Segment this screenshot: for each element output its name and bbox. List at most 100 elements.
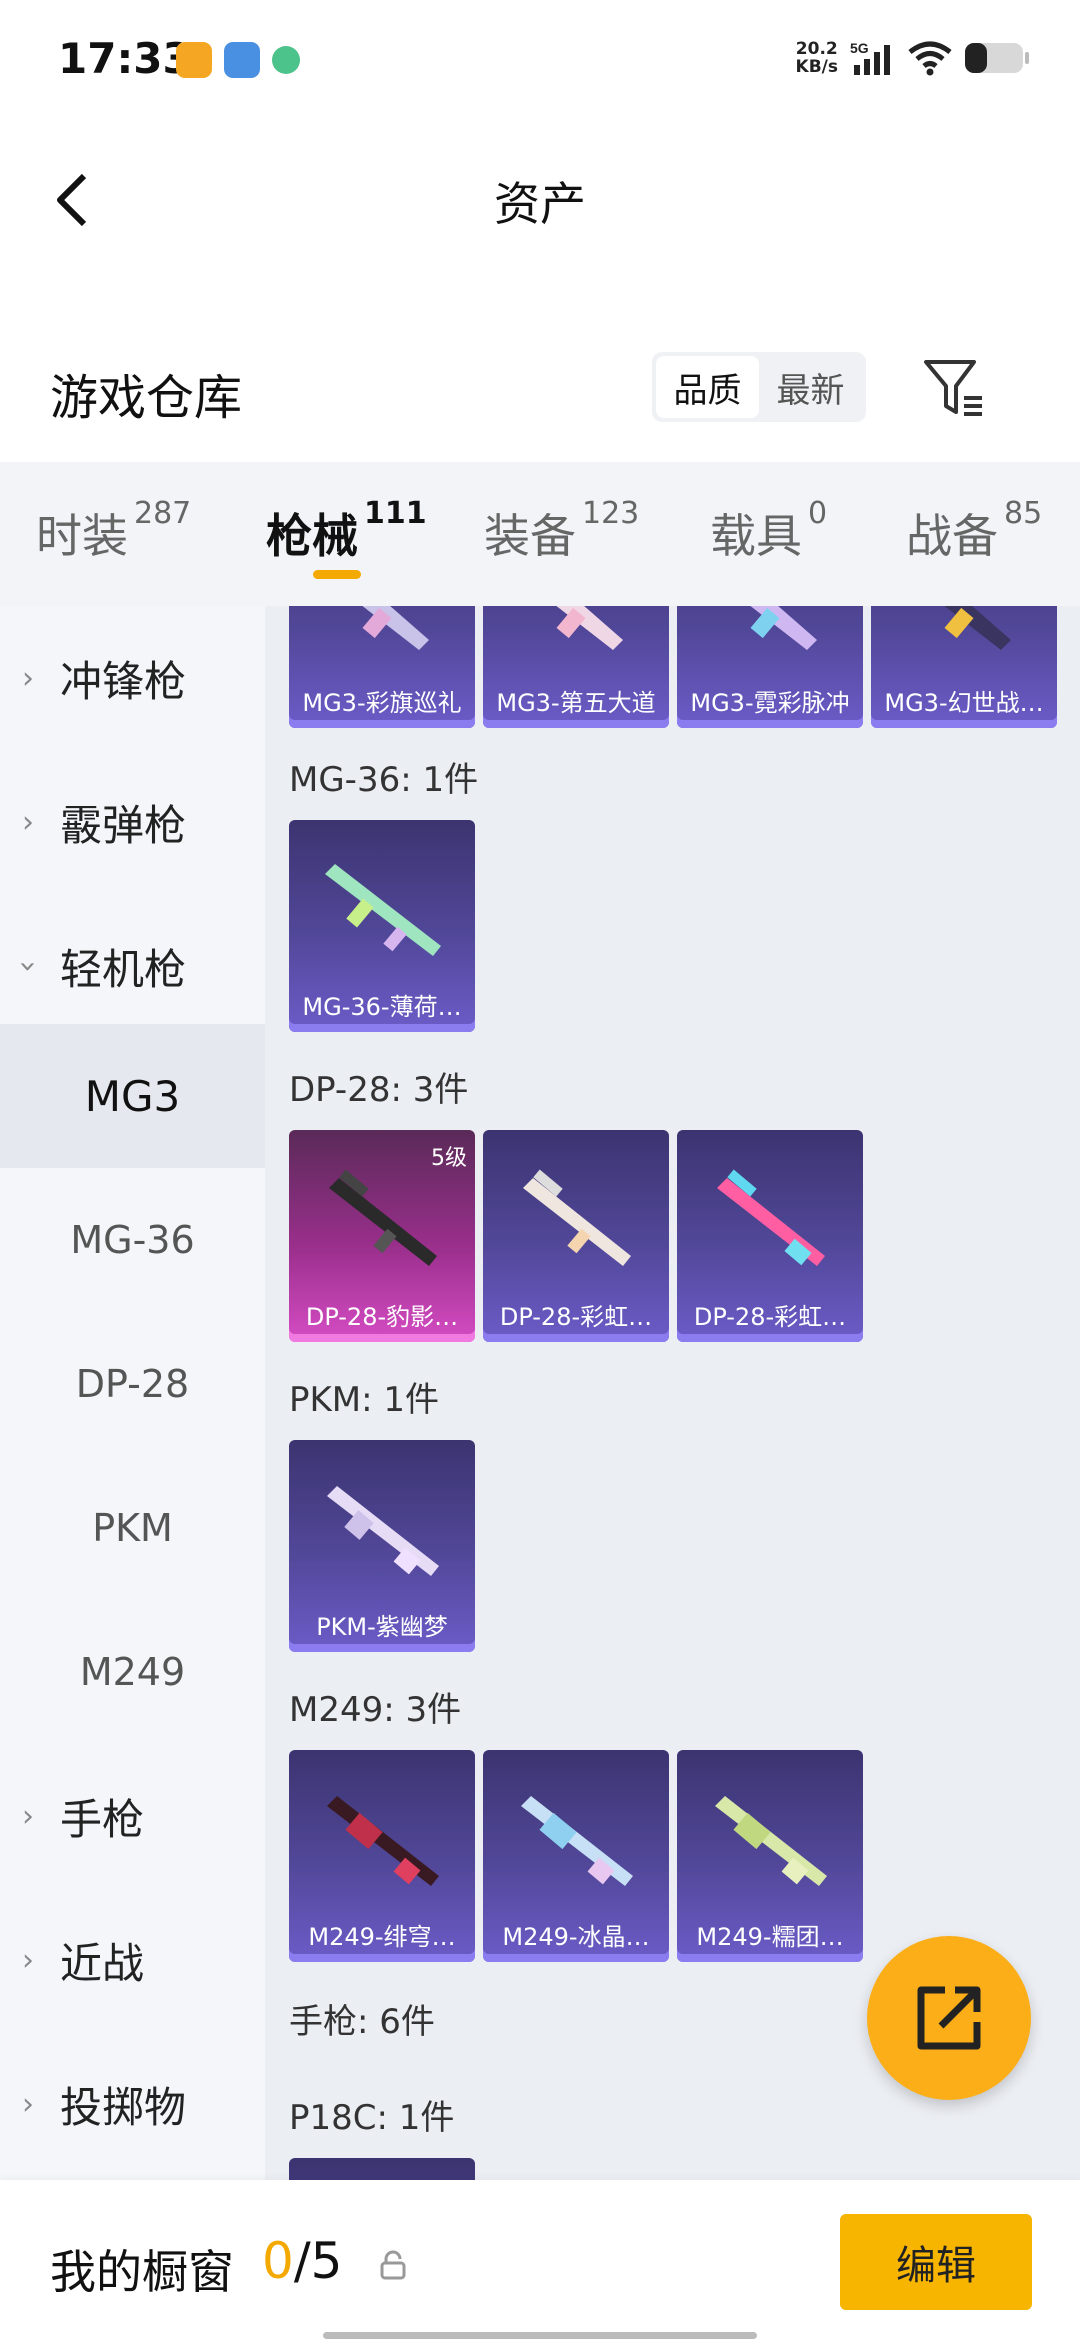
- item-card[interactable]: MG3-幻世战…: [871, 606, 1057, 728]
- section-header-m249: M249: 3件: [289, 1690, 462, 1730]
- network-speed: 20.2 KB/s: [796, 40, 838, 76]
- showcase-used-count: 0: [262, 2232, 294, 2290]
- sort-toggle: 品质 最新: [652, 352, 866, 422]
- sidebar-item-label: PKM: [92, 1506, 173, 1550]
- item-card[interactable]: M249-冰晶…: [483, 1750, 669, 1962]
- tab-count: 0: [808, 496, 828, 531]
- chevron-right-icon: ›: [22, 1798, 34, 1834]
- showcase-total-count: 5: [310, 2232, 343, 2290]
- status-bar: 17:33 20.2 KB/s 5G: [0, 0, 1080, 120]
- tab-label: 装备: [484, 509, 576, 563]
- gun-skin-image: [523, 1169, 631, 1266]
- item-card[interactable]: MG-36-薄荷…: [289, 820, 475, 1032]
- warehouse-bar: 游戏仓库 品质 最新: [0, 320, 1080, 460]
- tab-label: 战备: [906, 509, 998, 563]
- share-fab[interactable]: [867, 1936, 1031, 2100]
- showcase-count: 0/5: [262, 2232, 342, 2290]
- item-card[interactable]: PKM-紫幽梦: [289, 1440, 475, 1652]
- sidebar-subitem-mg36[interactable]: MG-36: [0, 1168, 265, 1312]
- tab-count: 85: [1004, 496, 1043, 531]
- section-header-p18c: P18C: 1件: [289, 2098, 455, 2138]
- chevron-right-icon: ›: [22, 2086, 34, 2122]
- tab-vehicles[interactable]: 载具 0: [710, 496, 827, 566]
- sidebar-item-lmg[interactable]: › 轻机枪: [0, 894, 265, 1038]
- section-header-pistol: 手枪: 6件: [289, 2002, 435, 2042]
- sidebar-item-label: 投掷物: [60, 2082, 187, 2132]
- item-card[interactable]: 5级 DP-28-豹影…: [289, 1130, 475, 1342]
- section-header-mg36: MG-36: 1件: [289, 760, 479, 800]
- sidebar-subitem-dp28[interactable]: DP-28: [0, 1312, 265, 1456]
- sidebar-item-throwable[interactable]: › 投掷物: [0, 2032, 265, 2176]
- sidebar-item-label: MG3: [84, 1071, 181, 1121]
- item-name: MG3-霓彩脉冲: [690, 689, 850, 717]
- sidebar-item-pistol[interactable]: › 手枪: [0, 1744, 265, 1888]
- section-header-pkm: PKM: 1件: [289, 1380, 440, 1420]
- item-card[interactable]: MG3-彩旗巡礼: [289, 606, 475, 728]
- wifi-icon: [908, 41, 952, 76]
- item-name: M249-糯团…: [696, 1923, 844, 1951]
- signal-icon: 5G: [850, 41, 890, 75]
- sort-newest-option[interactable]: 最新: [759, 356, 862, 418]
- share-icon: [917, 1986, 981, 2050]
- gun-skin-image: [327, 1486, 439, 1576]
- tab-equipment[interactable]: 装备 123: [484, 496, 639, 566]
- sort-quality-option[interactable]: 品质: [656, 356, 759, 418]
- sidebar-item-label: M249: [79, 1650, 186, 1694]
- page-title: 资产: [494, 177, 586, 231]
- nav-header: 资产: [0, 120, 1080, 280]
- gun-skin-image: [750, 606, 817, 650]
- tab-count: 123: [582, 496, 640, 531]
- item-name: M249-冰晶…: [502, 1923, 650, 1951]
- section-header-dp28: DP-28: 3件: [289, 1070, 469, 1110]
- edit-button[interactable]: 编辑: [840, 2214, 1032, 2310]
- chevron-right-icon: ›: [22, 660, 34, 696]
- gun-skin-image: [329, 1169, 437, 1266]
- home-indicator: [323, 2332, 757, 2339]
- sidebar-item-label: DP-28: [75, 1362, 190, 1406]
- item-card[interactable]: M249-糯团…: [677, 1750, 863, 1962]
- status-time: 17:33: [58, 34, 192, 83]
- filter-icon[interactable]: [920, 356, 986, 422]
- weapon-type-sidebar: › 冲锋枪 › 霰弹枪 › 轻机枪 MG3 MG-36 DP-28 PKM M249 …: [0, 606, 265, 2180]
- item-name: DP-28-豹影…: [305, 1303, 459, 1331]
- item-card[interactable]: [289, 2158, 475, 2180]
- sidebar-item-smg[interactable]: › 冲锋枪: [0, 606, 265, 750]
- network-type-label: 5G: [850, 41, 869, 56]
- item-card[interactable]: DP-28-彩虹…: [483, 1130, 669, 1342]
- chevron-right-icon: ›: [22, 1942, 34, 1978]
- item-card[interactable]: MG3-第五大道: [483, 606, 669, 728]
- sidebar-item-label: 霰弹枪: [60, 800, 187, 850]
- tab-label: 时装: [36, 509, 128, 563]
- sidebar-item-label: 冲锋枪: [60, 656, 187, 706]
- tab-firearms[interactable]: 枪械 111: [266, 496, 427, 566]
- sidebar-item-shotgun[interactable]: › 霰弹枪: [0, 750, 265, 894]
- item-name: MG3-彩旗巡礼: [302, 689, 462, 717]
- showcase-bar: 我的橱窗 0/5 编辑: [0, 2180, 1080, 2344]
- gun-skin-image: [715, 1796, 827, 1886]
- lock-icon: [380, 2250, 406, 2280]
- item-card[interactable]: MG3-霓彩脉冲: [677, 606, 863, 728]
- category-tabs: 时装 287 枪械 111 装备 123 载具 0 战备 85: [0, 462, 1080, 606]
- sidebar-item-melee[interactable]: › 近战: [0, 1888, 265, 2032]
- gun-skin-image: [362, 606, 429, 650]
- tab-label: 载具: [710, 509, 802, 563]
- tab-supplies[interactable]: 战备 85: [906, 496, 1042, 566]
- sidebar-item-label: MG-36: [70, 1218, 195, 1262]
- sidebar-subitem-pkm[interactable]: PKM: [0, 1456, 265, 1600]
- tab-fashion[interactable]: 时装 287: [36, 496, 191, 566]
- app-notification-icon: [224, 42, 260, 78]
- item-name: M249-绯穹…: [308, 1923, 456, 1951]
- item-name: MG-36-薄荷…: [302, 993, 462, 1021]
- tab-count: 111: [364, 496, 427, 531]
- gun-skin-image: [325, 864, 441, 956]
- item-card[interactable]: M249-绯穹…: [289, 1750, 475, 1962]
- chevron-right-icon: ›: [22, 804, 34, 840]
- tab-count: 287: [134, 496, 192, 531]
- system-indicators: 20.2 KB/s 5G: [796, 40, 1030, 76]
- item-card[interactable]: DP-28-彩虹…: [677, 1130, 863, 1342]
- item-name: MG3-第五大道: [496, 689, 656, 717]
- sidebar-subitem-mg3[interactable]: MG3: [0, 1024, 265, 1168]
- sidebar-subitem-m249[interactable]: M249: [0, 1600, 265, 1744]
- sidebar-item-label: 近战: [60, 1938, 145, 1988]
- gun-skin-image: [521, 1796, 633, 1886]
